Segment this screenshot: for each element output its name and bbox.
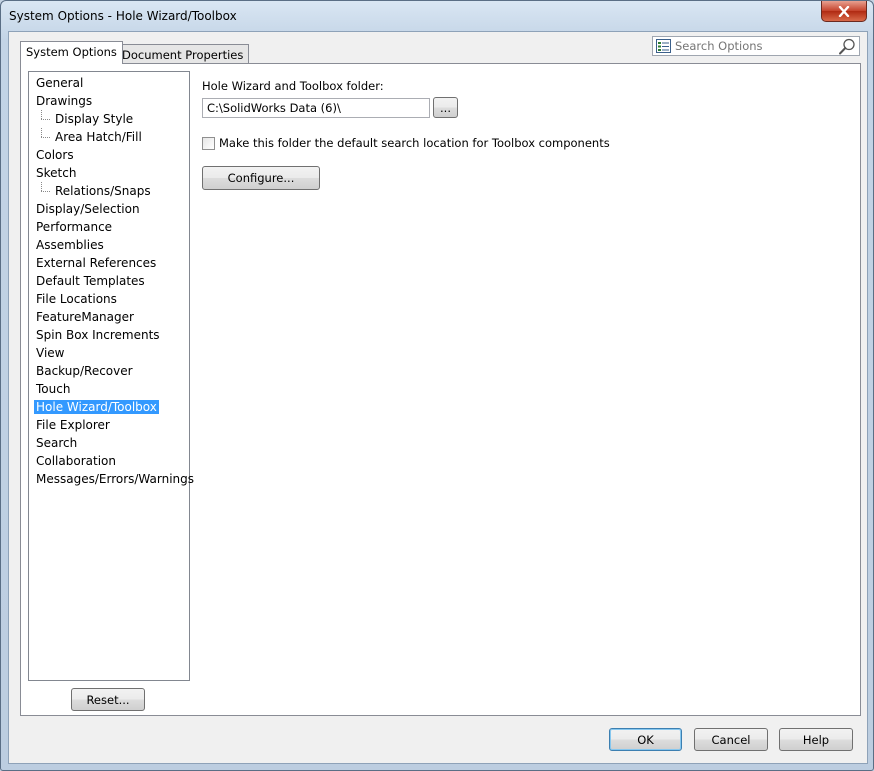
help-button[interactable]: Help [779, 728, 853, 751]
tree-item-featuremanager[interactable]: FeatureManager [29, 308, 189, 326]
tree-item-file-explorer[interactable]: File Explorer [29, 416, 189, 434]
tree-item-label: View [36, 346, 65, 360]
tree-item-label: Messages/Errors/Warnings [36, 472, 195, 486]
tree-item-external-references[interactable]: External References [29, 254, 189, 272]
tree-item-backup-recover[interactable]: Backup/Recover [29, 362, 189, 380]
folder-label: Hole Wizard and Toolbox folder: [202, 79, 384, 93]
tree-item-label: External References [36, 256, 157, 270]
tree-item-label: Assemblies [36, 238, 104, 252]
magnifier-icon[interactable] [838, 38, 856, 55]
browse-button[interactable]: ... [433, 97, 458, 118]
search-options-box[interactable] [652, 36, 860, 56]
dialog-client-area: System Options Document Properties Gener [8, 31, 868, 764]
system-options-dialog: System Options - Hole Wizard/Toolbox Sys… [0, 0, 874, 771]
title-bar[interactable]: System Options - Hole Wizard/Toolbox [1, 1, 873, 31]
tree-item-label: Collaboration [36, 454, 116, 468]
options-list-icon [656, 39, 671, 53]
tree-item-label: Drawings [36, 94, 93, 108]
default-search-label: Make this folder the default search loca… [219, 136, 610, 150]
tree-item-file-locations[interactable]: File Locations [29, 290, 189, 308]
reset-button[interactable]: Reset... [71, 688, 145, 711]
options-tree[interactable]: General Drawings Display Style Area Hatch/F… [28, 71, 194, 681]
default-search-checkbox[interactable] [202, 136, 215, 150]
tree-item-search[interactable]: Search [29, 434, 189, 452]
tree-item-label: Backup/Recover [36, 364, 133, 378]
tree-item-label: Search [36, 436, 78, 450]
tree-item-label: File Locations [36, 292, 117, 306]
tree-item-drawings[interactable]: Drawings [29, 92, 189, 110]
tree-item-default-templates[interactable]: Default Templates [29, 272, 189, 290]
cancel-button[interactable]: Cancel [694, 728, 768, 751]
system-options-panel: General Drawings Display Style Area Hatch/F… [20, 63, 861, 716]
tree-item-label: Display/Selection [36, 202, 140, 216]
default-search-location-option[interactable]: Make this folder the default search loca… [202, 135, 610, 151]
tree-item-spin-box-increments[interactable]: Spin Box Increments [29, 326, 189, 344]
tree-item-hole-wizard-toolbox[interactable]: Hole Wizard/Toolbox [29, 398, 189, 416]
tab-system-options[interactable]: System Options [20, 41, 123, 64]
tree-item-label: General [36, 76, 84, 90]
tree-item-collaboration[interactable]: Collaboration [29, 452, 189, 470]
tree-item-label: FeatureManager [36, 310, 134, 324]
tree-item-colors[interactable]: Colors [29, 146, 189, 164]
tree-item-label: Area Hatch/Fill [55, 130, 142, 144]
tree-item-sketch[interactable]: Sketch [29, 164, 189, 182]
tree-item-label: Display Style [55, 112, 134, 126]
close-icon [838, 5, 850, 17]
tree-item-relations-snaps[interactable]: Relations/Snaps [29, 182, 189, 200]
toolbox-folder-input[interactable] [202, 98, 430, 118]
tree-item-messages-errors-warnings[interactable]: Messages/Errors/Warnings [29, 470, 194, 488]
tree-item-performance[interactable]: Performance [29, 218, 189, 236]
tree-item-touch[interactable]: Touch [29, 380, 189, 398]
tree-item-label: Colors [36, 148, 74, 162]
tree-item-label: Touch [36, 382, 71, 396]
ok-button[interactable]: OK [609, 728, 682, 751]
tree-item-label: File Explorer [36, 418, 110, 432]
tree-item-view[interactable]: View [29, 344, 189, 362]
tree-item-general[interactable]: General [29, 74, 189, 92]
tree-item-label: Performance [36, 220, 113, 234]
tree-item-label: Spin Box Increments [36, 328, 160, 342]
tab-document-properties[interactable]: Document Properties [116, 44, 250, 64]
tree-item-display-style[interactable]: Display Style [29, 110, 189, 128]
search-input[interactable] [675, 38, 835, 54]
window-title: System Options - Hole Wizard/Toolbox [9, 9, 237, 23]
tree-item-area-hatch-fill[interactable]: Area Hatch/Fill [29, 128, 189, 146]
tab-label: System Options [26, 45, 117, 59]
tree-item-label: Relations/Snaps [55, 184, 151, 198]
tree-item-label: Hole Wizard/Toolbox [34, 400, 159, 414]
tree-item-label: Default Templates [36, 274, 145, 288]
tree-item-label: Sketch [36, 166, 77, 180]
tab-label: Document Properties [122, 48, 244, 62]
tree-item-display-selection[interactable]: Display/Selection [29, 200, 189, 218]
close-button[interactable] [821, 1, 867, 22]
configure-button[interactable]: Configure... [202, 166, 320, 190]
tree-item-assemblies[interactable]: Assemblies [29, 236, 189, 254]
